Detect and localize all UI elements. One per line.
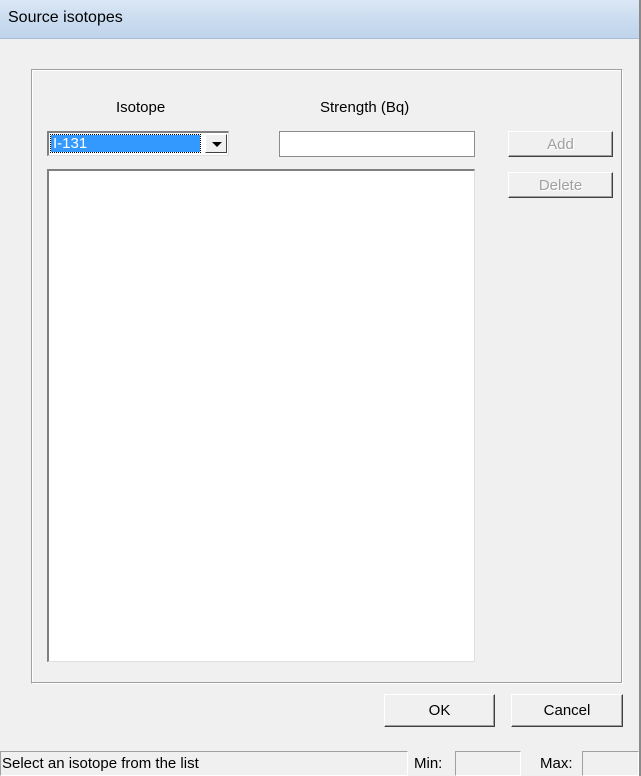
max-label: Max: [540, 755, 573, 772]
isotope-selected-value[interactable]: I-131 [50, 134, 201, 153]
cancel-button-label: Cancel [543, 702, 591, 719]
min-label: Min: [414, 755, 443, 772]
status-message-pane: Select an isotope from the list [0, 751, 408, 776]
window-title: Source isotopes [8, 9, 123, 26]
add-button-label: Add [547, 135, 574, 153]
add-button[interactable]: Add [508, 131, 613, 157]
ok-button[interactable]: OK [384, 694, 495, 727]
status-bar: Select an isotope from the list Min: Max… [0, 747, 641, 776]
min-value-pane [455, 751, 521, 776]
isotope-combobox[interactable]: I-131 [47, 131, 229, 156]
strength-label: Strength (Bq) [320, 99, 410, 116]
isotope-label: Isotope [116, 99, 166, 116]
delete-button[interactable]: Delete [508, 172, 613, 198]
title-bar: Source isotopes [0, 0, 641, 39]
max-value-pane [582, 751, 639, 776]
combo-dropdown-button[interactable] [205, 134, 227, 153]
cancel-button[interactable]: Cancel [511, 694, 623, 727]
strength-input[interactable] [279, 131, 475, 157]
ok-button-label: OK [428, 702, 451, 719]
isotope-list[interactable] [47, 169, 475, 662]
status-message: Select an isotope from the list [2, 755, 199, 772]
delete-button-label: Delete [538, 176, 583, 194]
chevron-down-icon [212, 142, 222, 147]
